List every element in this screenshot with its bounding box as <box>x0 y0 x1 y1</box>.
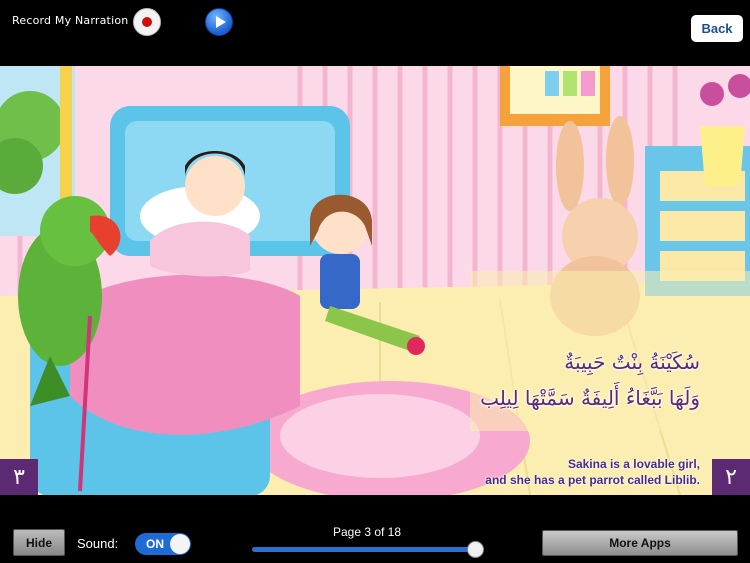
page-slider-knob[interactable] <box>467 541 484 558</box>
more-apps-button[interactable]: More Apps <box>542 530 738 556</box>
top-toolbar: Record My Narration Back <box>0 0 750 66</box>
bedroom-scene-image <box>0 66 750 495</box>
hide-button[interactable]: Hide <box>13 529 65 556</box>
page-slider-track[interactable] <box>252 547 476 552</box>
sound-label: Sound: <box>77 536 119 551</box>
record-button[interactable] <box>133 8 161 36</box>
record-icon <box>142 17 152 27</box>
play-button[interactable] <box>205 8 233 36</box>
toggle-knob <box>170 534 190 554</box>
english-line-1: Sakina is a lovable girl, <box>567 457 700 471</box>
record-narration-label: Record My Narration <box>12 14 129 27</box>
left-page-number[interactable]: ٣ <box>0 459 38 495</box>
arabic-line-2: وَلَهَا بَبَّغَاءُ أَلِيفَةٌ سَمَّتْهَا … <box>480 386 700 410</box>
arabic-story-text: سُكَيْنَةُ بِنْتٌ حَبِيبَةٌ وَلَهَا بَبَ… <box>420 344 700 416</box>
sound-toggle[interactable]: ON <box>135 533 191 555</box>
english-story-text: Sakina is a lovable girl, and she has a … <box>420 456 700 488</box>
arabic-line-1: سُكَيْنَةُ بِنْتٌ حَبِيبَةٌ <box>564 350 700 374</box>
play-icon <box>216 16 226 28</box>
right-page-number[interactable]: ٢ <box>712 459 750 495</box>
english-line-2: and she has a pet parrot called Liblib. <box>485 473 700 487</box>
story-illustration: سُكَيْنَةُ بِنْتٌ حَبِيبَةٌ وَلَهَا بَبَ… <box>0 66 750 495</box>
back-button[interactable]: Back <box>691 15 743 42</box>
page-indicator: Page 3 of 18 <box>332 525 402 539</box>
sound-toggle-state: ON <box>146 537 164 551</box>
